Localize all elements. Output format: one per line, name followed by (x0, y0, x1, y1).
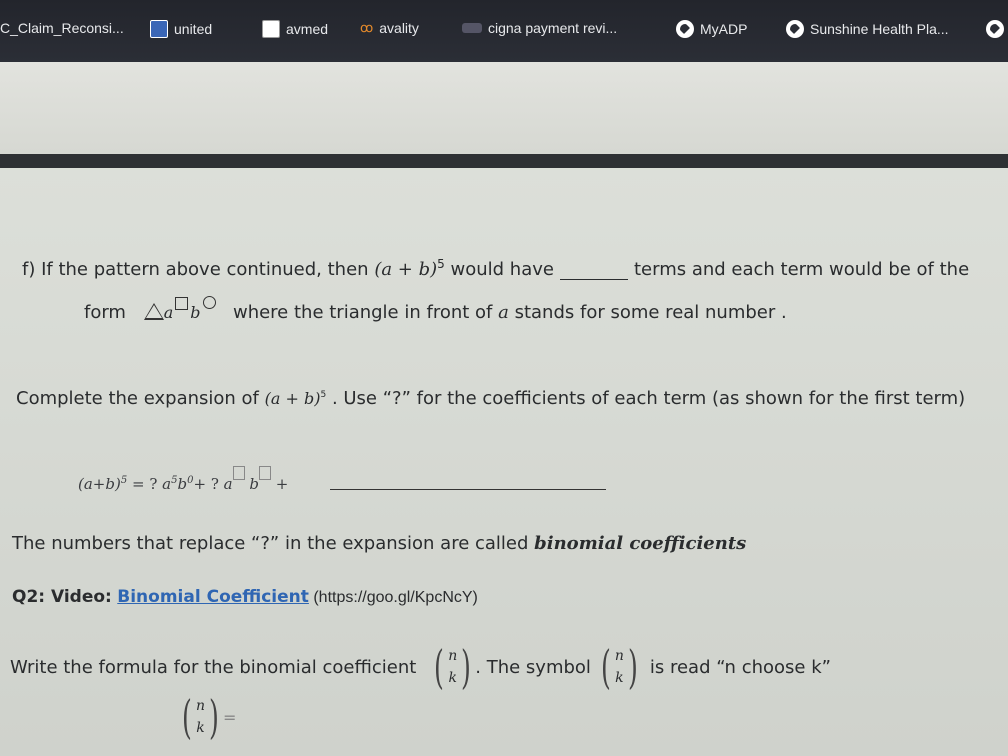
var-b: b (190, 303, 201, 322)
binomial-formula-answer: ( nk ) = (178, 694, 236, 740)
question-f-text: f) If the pattern above continued, then (22, 259, 369, 280)
avality-icon: ꝏ (360, 20, 374, 35)
bookmark-label: C_Claim_Reconsi... (0, 20, 124, 36)
plus-sign: + (275, 475, 289, 493)
binomial-coefficients-term: binomial coefficients (534, 533, 747, 554)
square-icon (175, 297, 189, 310)
var-a: a (162, 475, 172, 493)
binom-k: k (448, 670, 458, 686)
q2-label: Q2: Video: (12, 587, 112, 607)
united-icon (150, 20, 168, 38)
globe-icon (786, 20, 804, 38)
binomial-symbol: ( nk ) (600, 640, 638, 694)
plus-sign: + (193, 475, 207, 493)
bookmark-avality[interactable]: ꝏ avality (360, 20, 419, 36)
page-divider-bar (0, 154, 1008, 168)
exponent: 5 (437, 257, 445, 271)
binom-n: n (614, 648, 624, 664)
triangle-icon (143, 303, 164, 320)
expr-a-plus-b: (a + b) (374, 259, 438, 280)
exponent-box-icon[interactable] (232, 466, 245, 480)
binom-k: k (196, 720, 205, 736)
bookmark-label: united (174, 21, 213, 37)
complete-expansion-instruction: Complete the expansion of (a + b)5 . Use… (16, 388, 965, 409)
expansion-lhs: (a+b) (78, 475, 121, 493)
var-a: a (163, 303, 174, 322)
bookmark-label: Sunshine Health Pla... (810, 21, 949, 37)
bookmark-label: cigna payment revi... (488, 20, 618, 36)
bookmark-more[interactable] (986, 20, 1004, 38)
circle-icon (202, 296, 216, 309)
var-b: b (249, 475, 259, 493)
var-a: a (498, 302, 509, 323)
binom-n: n (448, 648, 458, 664)
bookmark-claim-reconsideration[interactable]: C_Claim_Reconsi... (0, 20, 124, 36)
bookmark-sunshine-health[interactable]: Sunshine Health Pla... (786, 20, 949, 38)
bookmark-label: avality (379, 20, 419, 36)
video-url: (https://goo.gl/KpcNcY) (308, 589, 478, 606)
question-f-text: terms and each term would be of the (633, 259, 970, 280)
form-word: form (84, 302, 126, 323)
write-formula-line: Write the formula for the binomial coeff… (10, 644, 831, 690)
statement-text: The numbers that replace “?” in the expa… (12, 533, 529, 554)
question-f-line2: form ab where the triangle in front of a… (84, 296, 787, 323)
exponent: 5 (120, 475, 128, 486)
globe-icon (986, 20, 1004, 38)
q2-video: Q2: Video: Binomial Coefficient (https:/… (12, 587, 478, 607)
bookmark-avmed[interactable]: avmed (262, 20, 328, 38)
question-f-line1: f) If the pattern above continued, then … (22, 257, 969, 280)
var-a: a (223, 475, 233, 493)
expansion-equation: (a+b)5 = ? a5b0+ ? a b + (78, 466, 288, 493)
page-top-area (0, 62, 1008, 154)
equals-question: = ? (131, 475, 158, 493)
bookmark-cigna-payment-review[interactable]: cigna payment revi... (462, 20, 617, 36)
bookmark-label: MyADP (700, 21, 748, 37)
binom-k: k (615, 670, 624, 686)
bookmark-myadp[interactable]: MyADP (676, 20, 747, 38)
binom-n: n (195, 698, 205, 714)
write-text: is read “n choose k” (649, 656, 831, 678)
cigna-icon (462, 23, 482, 33)
exponent: 5 (320, 390, 327, 400)
write-text: Write the formula for the binomial coeff… (10, 656, 417, 678)
binomial-symbol: ( nk ) (182, 690, 219, 744)
binomial-coefficient-video-link[interactable]: Binomial Coefficient (117, 587, 309, 607)
write-text: . The symbol (475, 656, 591, 678)
question-mark: ? (210, 475, 219, 493)
var-b: b (177, 475, 188, 493)
binomial-coefficients-statement: The numbers that replace “?” in the expa… (12, 533, 746, 554)
form-text: stands for some real number . (514, 302, 787, 323)
question-f-text: would have (450, 259, 554, 280)
bookmark-label: avmed (286, 21, 329, 37)
globe-icon (676, 20, 694, 38)
avmed-icon (262, 20, 280, 38)
bookmark-united[interactable]: united (150, 20, 212, 38)
instruction-text: . Use “?” for the coefficients of each t… (331, 388, 966, 409)
instruction-text: Complete the expansion of (16, 388, 259, 409)
answer-blank-terms[interactable] (559, 261, 628, 280)
bookmarks-bar: C_Claim_Reconsi... united avmed ꝏ avalit… (0, 0, 1008, 62)
form-text: where the triangle in front of (232, 302, 493, 323)
exponent-box-icon[interactable] (259, 466, 271, 480)
expr-a-plus-b: (a + b) (264, 389, 321, 408)
equals-sign: = (222, 707, 237, 727)
expansion-answer-line[interactable] (330, 489, 606, 490)
binomial-symbol: ( nk ) (434, 640, 472, 694)
